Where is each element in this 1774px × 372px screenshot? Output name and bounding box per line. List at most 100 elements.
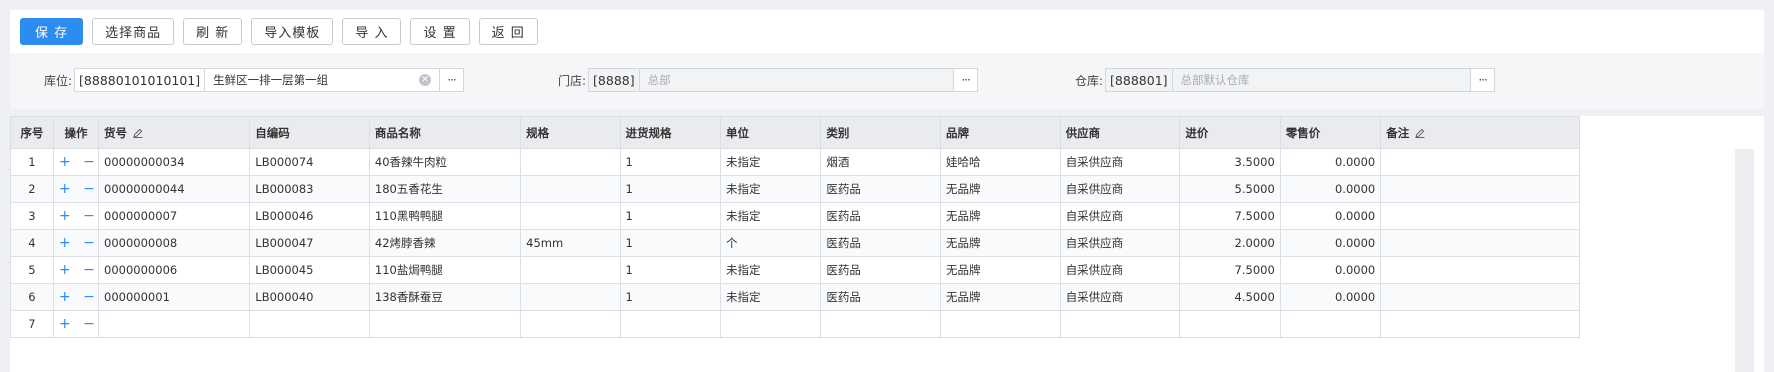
store-input[interactable]: [8888] 总部: [588, 68, 955, 92]
toolbar: 保 存 选择商品 刷 新 导入模板 导 入 设 置 返 回: [10, 10, 1764, 53]
row-supplier: 自采供应商: [1059, 148, 1181, 176]
col-note[interactable]: 备注: [1380, 116, 1580, 149]
row-name: 110黑鸭鸭腿: [368, 202, 522, 230]
row-cost[interactable]: 2.0000: [1179, 229, 1281, 257]
row-cost[interactable]: 7.5000: [1179, 202, 1281, 230]
col-name: 商品名称: [368, 116, 522, 149]
row-spec: [520, 175, 621, 203]
col-category: 类别: [820, 116, 942, 149]
row-category: 烟酒: [820, 148, 942, 176]
table-row[interactable]: 1 + −00000000034 LB000074 40香辣牛肉粒 1 未指定 烟酒 娃哈哈自…: [10, 148, 1580, 176]
vertical-scrollbar[interactable]: [1735, 149, 1754, 372]
row-note[interactable]: [1380, 256, 1580, 284]
row-note[interactable]: [1380, 148, 1580, 176]
row-supplier: [1059, 310, 1181, 338]
row-category: 医药品: [820, 229, 942, 257]
row-pack: 1: [619, 283, 721, 311]
row-sku: [98, 310, 251, 338]
row-price[interactable]: 0.0000: [1279, 148, 1382, 176]
row-add-remove-buttons[interactable]: + −: [52, 310, 100, 338]
table-body: 1 + −00000000034 LB000074 40香辣牛肉粒 1 未指定 烟酒 娃哈哈自…: [10, 148, 1580, 338]
row-brand: 无品牌: [940, 283, 1061, 311]
row-price[interactable]: [1279, 310, 1382, 338]
row-add-remove-buttons[interactable]: + −: [52, 175, 100, 203]
row-code: LB000045: [249, 256, 370, 284]
back-button[interactable]: 返 回: [478, 18, 538, 45]
warehouse-more-button[interactable]: ···: [1471, 68, 1496, 92]
row-seq: 7: [10, 310, 54, 338]
table-row[interactable]: 3 + −0000000007 LB000046 110黑鸭鸭腿 1 未指定 医药品 无品牌自…: [10, 202, 1580, 230]
location-more-button[interactable]: ···: [440, 68, 465, 92]
row-cost[interactable]: 5.5000: [1179, 175, 1281, 203]
store-more-button[interactable]: ···: [954, 68, 979, 92]
row-pack: 1: [619, 256, 721, 284]
row-price[interactable]: 0.0000: [1279, 256, 1382, 284]
warehouse-label: 仓库:: [1075, 73, 1104, 88]
goods-table-panel: 序号 操作 货号 自编码 商品名称 规格 进货规格 单位 类别 品牌 供应商 进…: [10, 116, 1764, 372]
settings-button[interactable]: 设 置: [410, 18, 470, 45]
row-cost[interactable]: [1179, 310, 1281, 338]
row-add-remove-buttons[interactable]: + −: [52, 148, 100, 176]
save-button[interactable]: 保 存: [20, 18, 84, 45]
row-note[interactable]: [1380, 310, 1580, 338]
row-note[interactable]: [1380, 202, 1580, 230]
row-price[interactable]: 0.0000: [1279, 283, 1382, 311]
row-seq: 4: [10, 229, 54, 257]
row-unit: 未指定: [719, 202, 822, 230]
row-name: 180五香花生: [368, 175, 522, 203]
row-name: [368, 310, 522, 338]
import-button[interactable]: 导 入: [342, 18, 402, 45]
table-row[interactable]: 2 + −00000000044 LB000083 180五香花生 1 未指定 医药品 无品牌…: [10, 175, 1580, 203]
row-sku: 0000000008: [98, 229, 251, 257]
row-unit: 未指定: [719, 148, 822, 176]
row-price[interactable]: 0.0000: [1279, 175, 1382, 203]
import-template-button[interactable]: 导入模板: [251, 18, 334, 45]
row-cost[interactable]: 7.5000: [1179, 256, 1281, 284]
row-pack: 1: [619, 202, 721, 230]
row-price[interactable]: 0.0000: [1279, 229, 1382, 257]
edit-icon[interactable]: [1415, 128, 1425, 138]
row-pack: 1: [619, 148, 721, 176]
row-brand: 娃哈哈: [940, 148, 1061, 176]
row-note[interactable]: [1380, 283, 1580, 311]
col-pack: 进货规格: [619, 116, 721, 149]
row-unit: 未指定: [719, 256, 822, 284]
table-row[interactable]: 6 + −000000001 LB000040 138香酥蚕豆 1 未指定 医药品 无品牌 自采…: [10, 283, 1580, 311]
clear-icon[interactable]: ✕: [419, 74, 432, 86]
row-add-remove-buttons[interactable]: + −: [52, 229, 100, 257]
select-goods-button[interactable]: 选择商品: [92, 18, 175, 45]
row-code: LB000046: [249, 202, 370, 230]
row-add-remove-buttons[interactable]: + −: [52, 256, 100, 284]
table-row[interactable]: 5 + −0000000006 LB000045 110盐焗鸭腿 1 未指定 医药品 无品牌自…: [10, 256, 1580, 284]
store-name: 总部: [647, 73, 671, 87]
table-row[interactable]: 7 + −: [10, 310, 1580, 338]
row-note[interactable]: [1380, 229, 1580, 257]
warehouse-input[interactable]: [888801] 总部默认仓库: [1105, 68, 1472, 92]
row-name: 40香辣牛肉粒: [368, 148, 522, 176]
row-category: 医药品: [820, 175, 942, 203]
row-supplier: 自采供应商: [1059, 229, 1181, 257]
row-seq: 6: [10, 283, 54, 311]
col-sku[interactable]: 货号: [98, 116, 251, 149]
row-name: 138香酥蚕豆: [368, 283, 522, 311]
row-note[interactable]: [1380, 175, 1580, 203]
row-pack: 1: [619, 175, 721, 203]
row-cost[interactable]: 3.5000: [1179, 148, 1281, 176]
refresh-button[interactable]: 刷 新: [183, 18, 243, 45]
row-price[interactable]: 0.0000: [1279, 202, 1382, 230]
row-code: LB000040: [249, 283, 370, 311]
col-code: 自编码: [249, 116, 370, 149]
row-add-remove-buttons[interactable]: + −: [52, 283, 100, 311]
location-field: 库位: [88880101010101] 生鲜区一排一层第一组 ✕ ···: [44, 67, 465, 93]
row-add-remove-buttons[interactable]: + −: [52, 202, 100, 230]
row-brand: [940, 310, 1061, 338]
col-supplier: 供应商: [1059, 116, 1181, 149]
table-row[interactable]: 4 + −0000000008 LB000047 42烤脖香辣 45mm 1 个医药品 无品牌…: [10, 229, 1580, 257]
col-brand: 品牌: [940, 116, 1061, 149]
location-input[interactable]: [88880101010101] 生鲜区一排一层第一组 ✕: [74, 68, 441, 92]
row-seq: 2: [10, 175, 54, 203]
row-cost[interactable]: 4.5000: [1179, 283, 1281, 311]
row-supplier: 自采供应商: [1059, 175, 1181, 203]
edit-icon[interactable]: [133, 128, 143, 138]
goods-table: 序号 操作 货号 自编码 商品名称 规格 进货规格 单位 类别 品牌 供应商 进…: [10, 116, 1580, 338]
